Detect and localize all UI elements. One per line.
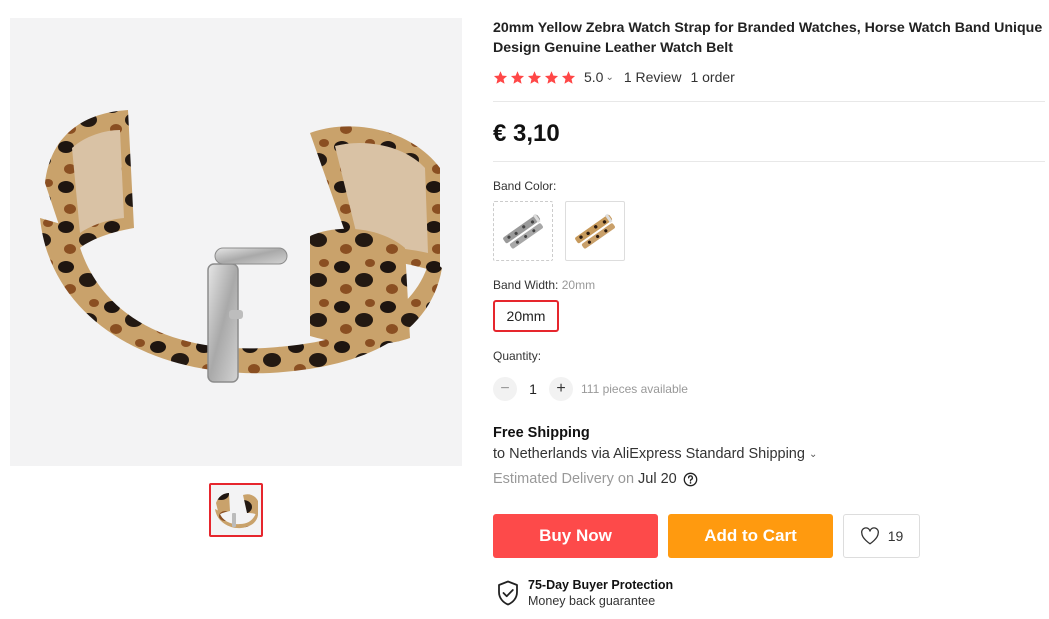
reviews-link[interactable]: 1 Review <box>624 69 682 85</box>
star-icon <box>544 70 559 84</box>
chevron-down-icon: ⌄ <box>808 448 818 460</box>
main-product-image[interactable] <box>10 18 462 466</box>
heart-icon <box>860 527 879 545</box>
shipping-method-selector[interactable]: to Netherlands via AliExpress Standard S… <box>493 446 817 462</box>
chevron-down-icon[interactable]: ⌄ <box>605 72 613 83</box>
quantity-value[interactable]: 1 <box>517 381 549 397</box>
band-color-label: Band Color: <box>493 179 557 193</box>
divider <box>493 101 1045 102</box>
divider <box>493 161 1045 162</box>
buyer-protection-text: 75-Day Buyer Protection Money back guara… <box>528 578 673 609</box>
estimated-delivery: Estimated Delivery on Jul 20 <box>493 471 698 487</box>
star-icon <box>561 70 576 84</box>
band-width-label: Band Width: 20mm <box>493 278 595 292</box>
rating-row: 5.0 ⌄ 1 Review 1 order <box>493 67 735 87</box>
shipping-route-text: to Netherlands via AliExpress Standard S… <box>493 446 805 462</box>
help-icon[interactable] <box>683 472 698 487</box>
buyer-protection-subtitle: Money back guarantee <box>528 594 656 608</box>
quantity-decrease-button[interactable]: − <box>493 377 517 401</box>
star-icon <box>527 70 542 84</box>
product-price: € 3,10 <box>493 120 560 147</box>
wishlist-button[interactable]: 19 <box>843 514 920 558</box>
product-title: 20mm Yellow Zebra Watch Strap for Brande… <box>493 20 1043 56</box>
band-color-option-grey[interactable] <box>493 201 553 261</box>
star-rating[interactable] <box>493 70 576 85</box>
quantity-label: Quantity: <box>493 349 542 363</box>
delivery-label: Estimated Delivery on <box>493 471 635 487</box>
brown-leopard-strap-swatch <box>575 213 615 249</box>
wishlist-count: 19 <box>887 528 904 544</box>
quantity-stepper: − 1 + 111 pieces available <box>493 377 688 401</box>
watch-strap-photo <box>40 110 442 383</box>
band-width-option-20mm[interactable]: 20mm <box>493 300 559 332</box>
buyer-protection-title: 75-Day Buyer Protection <box>528 578 674 592</box>
product-page: 20mm Yellow Zebra Watch Strap for Brande… <box>0 0 1049 619</box>
add-to-cart-button[interactable]: Add to Cart <box>668 514 833 558</box>
band-width-selected: 20mm <box>561 278 596 292</box>
shield-check-icon <box>498 580 518 606</box>
star-icon <box>510 70 525 84</box>
star-icon <box>493 70 508 84</box>
watch-strap-thumbnail <box>211 485 261 535</box>
delivery-date: Jul 20 <box>638 471 677 487</box>
grey-leopard-strap-swatch <box>503 213 543 249</box>
rating-value[interactable]: 5.0 <box>584 69 603 85</box>
quantity-increase-button[interactable]: + <box>549 377 573 401</box>
quantity-available: 111 pieces available <box>581 382 688 396</box>
band-width-label-text: Band Width: <box>493 278 559 292</box>
band-color-option-brown[interactable] <box>565 201 625 261</box>
buy-now-button[interactable]: Buy Now <box>493 514 658 558</box>
orders-count: 1 order <box>690 69 735 85</box>
gallery-thumbnail[interactable] <box>209 483 263 537</box>
buyer-protection: 75-Day Buyer Protection Money back guara… <box>497 578 673 609</box>
shipping-title: Free Shipping <box>493 425 590 441</box>
